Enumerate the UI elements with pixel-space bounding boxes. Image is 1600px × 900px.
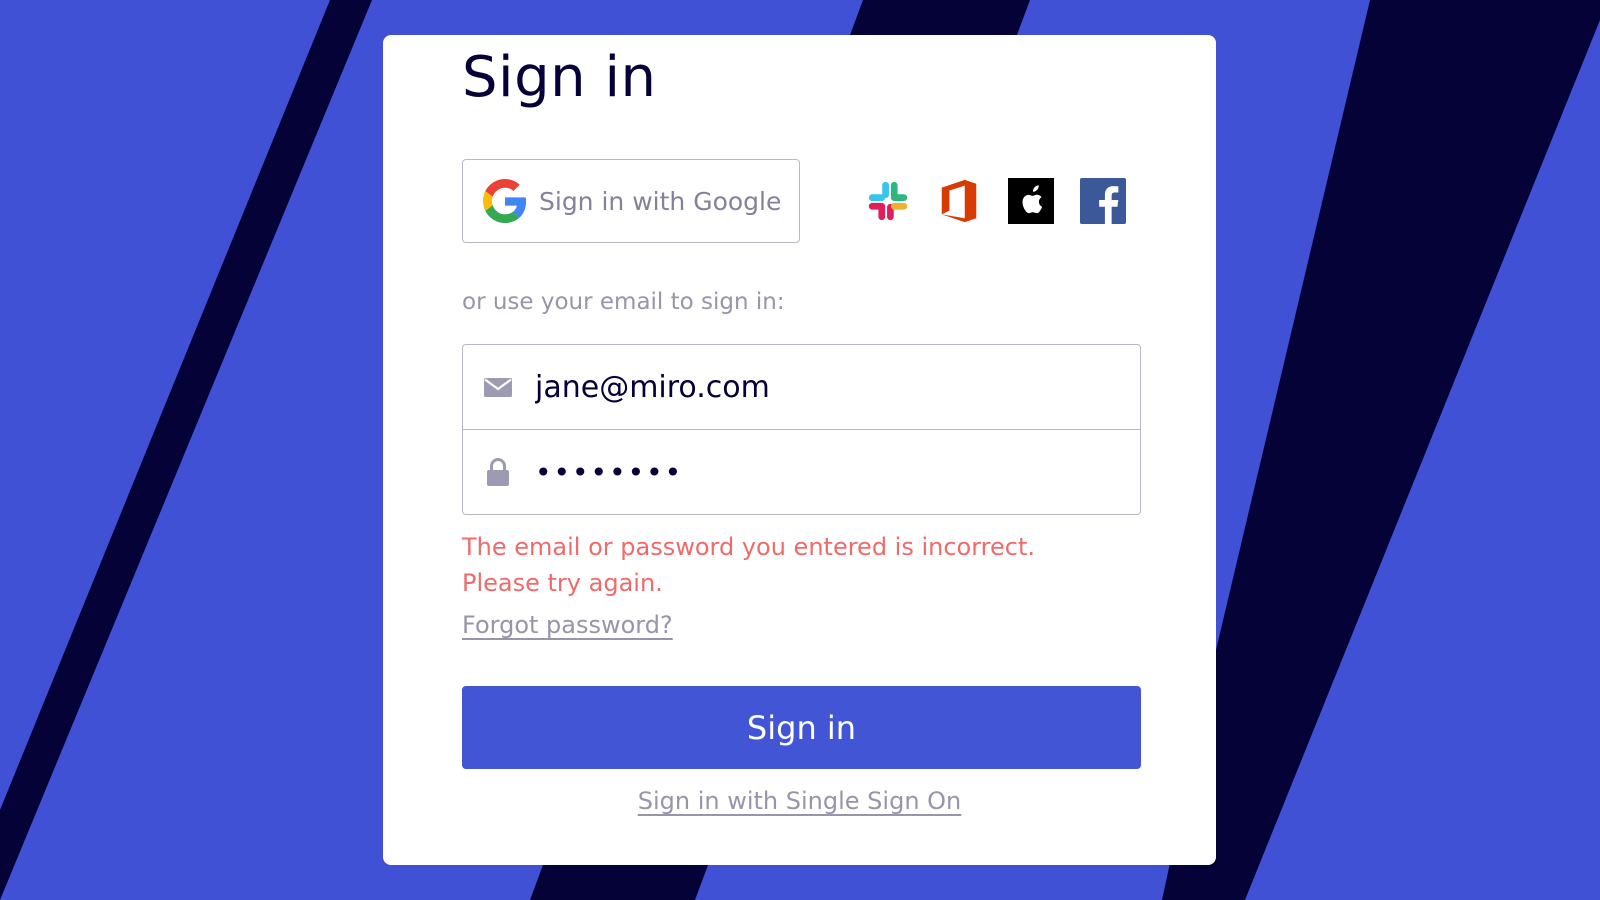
signin-button[interactable]: Sign in [462, 686, 1141, 769]
sso-container: Sign in with Single Sign On [383, 787, 1216, 815]
email-input[interactable] [535, 369, 1115, 405]
slack-icon [868, 181, 908, 221]
facebook-signin-button[interactable] [1080, 178, 1126, 224]
password-row [463, 430, 1140, 514]
google-signin-button[interactable]: Sign in with Google [462, 159, 800, 243]
password-input[interactable] [535, 455, 1115, 489]
apple-signin-button[interactable] [1008, 178, 1054, 224]
facebook-icon [1080, 178, 1126, 224]
page-title: Sign in [462, 45, 657, 110]
google-icon [483, 179, 527, 223]
email-row [463, 345, 1140, 430]
mail-icon [484, 378, 512, 397]
error-line-2: Please try again. [462, 569, 663, 597]
error-message: The email or password you entered is inc… [462, 529, 1102, 601]
slack-signin-button[interactable] [865, 178, 911, 224]
credentials-fields [462, 344, 1141, 515]
error-line-1: The email or password you entered is inc… [462, 533, 1036, 561]
office-signin-button[interactable] [936, 178, 982, 224]
signin-card: Sign in Sign in with Google or use your … [383, 35, 1216, 865]
or-email-text: or use your email to sign in: [462, 289, 785, 315]
apple-icon [1008, 178, 1054, 224]
forgot-password-link[interactable]: Forgot password? [462, 611, 673, 639]
sso-link[interactable]: Sign in with Single Sign On [638, 787, 962, 815]
google-signin-label: Sign in with Google [539, 186, 782, 216]
lock-icon [487, 458, 509, 486]
office-icon [941, 179, 977, 223]
